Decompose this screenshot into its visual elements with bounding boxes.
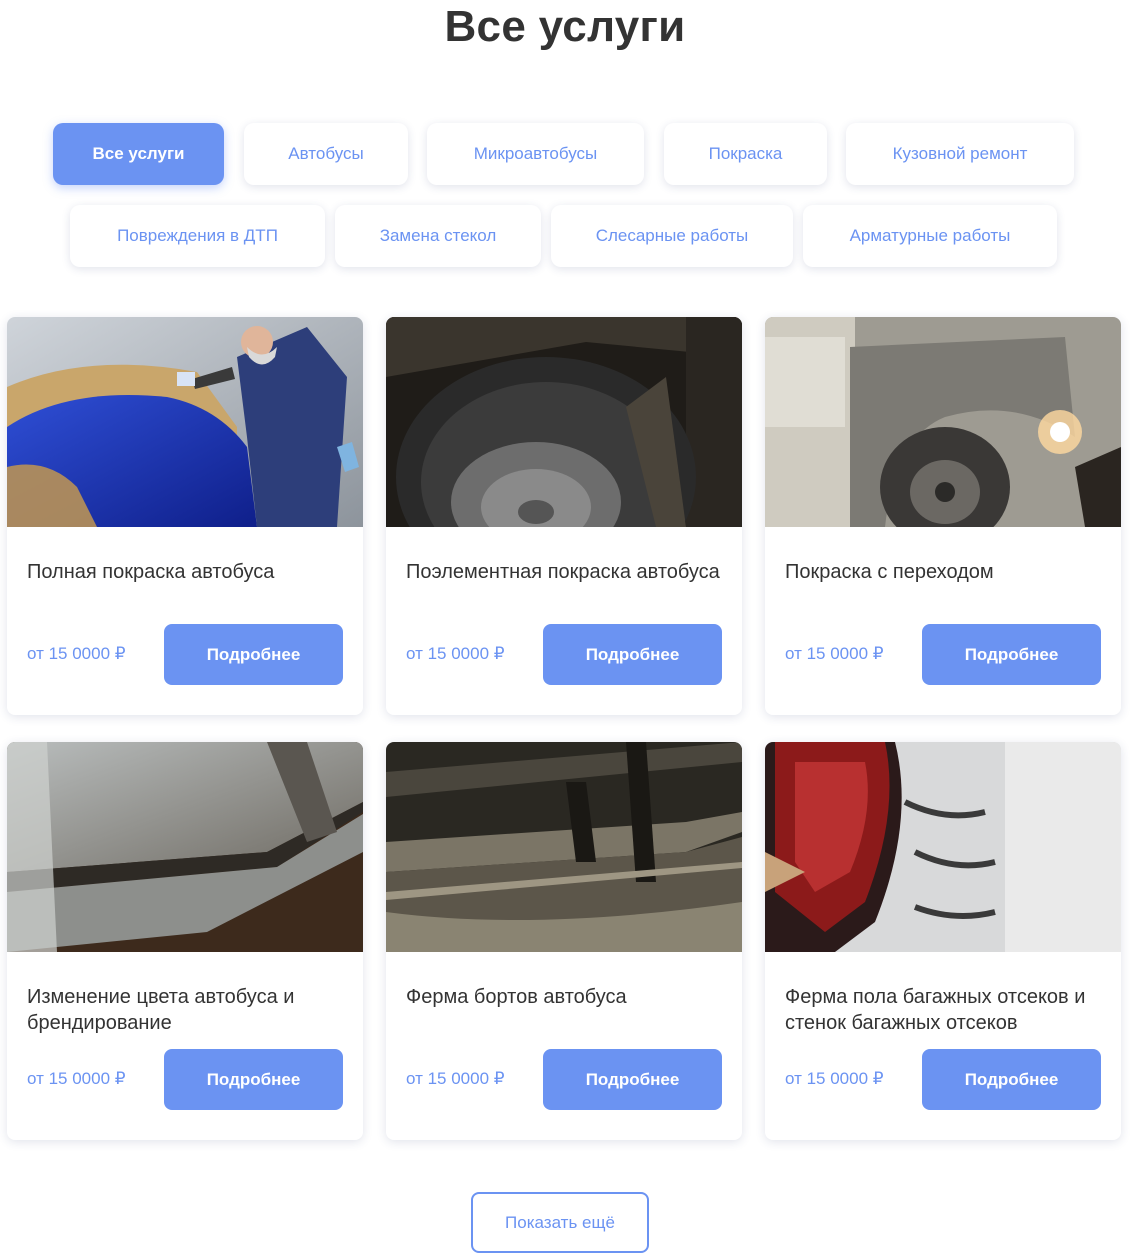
- service-card[interactable]: Ферма пола багажных отсеков и стенок баг…: [765, 742, 1121, 1140]
- service-title: Полная покраска автобуса: [27, 561, 275, 583]
- service-price: от 15 0000 ₽: [27, 644, 126, 663]
- details-button[interactable]: Подробнее: [543, 624, 722, 685]
- service-title: Ферма пола багажных отсеков и стенок баг…: [785, 986, 1086, 1034]
- details-button[interactable]: Подробнее: [543, 1049, 722, 1110]
- service-title: Покраска с переходом: [785, 561, 994, 583]
- service-price: от 15 0000 ₽: [406, 644, 505, 663]
- filter-painting[interactable]: Покраска: [664, 123, 827, 185]
- filter-accident-damage[interactable]: Повреждения в ДТП: [70, 205, 325, 267]
- service-title: Изменение цвета автобуса и брендирование: [27, 986, 295, 1034]
- page-title: Все услуги: [444, 2, 686, 51]
- filter-buses[interactable]: Автобусы: [244, 123, 408, 185]
- photo-welding-bus-wheel-arch: [765, 317, 1121, 527]
- service-card[interactable]: Ферма бортов автобуса от 15 0000 ₽ Подро…: [386, 742, 742, 1140]
- details-button[interactable]: Подробнее: [164, 1049, 343, 1110]
- filter-mechanical-works[interactable]: Слесарные работы: [551, 205, 793, 267]
- filter-glass-replacement[interactable]: Замена стекол: [335, 205, 541, 267]
- service-price: от 15 0000 ₽: [785, 1069, 884, 1088]
- photo-primed-bus-side-panel: [7, 742, 363, 952]
- filter-all-services[interactable]: Все услуги: [53, 123, 224, 185]
- filter-body-repair[interactable]: Кузовной ремонт: [846, 123, 1074, 185]
- service-price: от 15 0000 ₽: [406, 1069, 505, 1088]
- photo-bus-frame-side: [386, 742, 742, 952]
- service-card[interactable]: Поэлементная покраска автобуса от 15 000…: [386, 317, 742, 715]
- service-card[interactable]: Изменение цвета автобуса и брендирование…: [7, 742, 363, 1140]
- show-more-button[interactable]: Показать ещё: [471, 1192, 649, 1253]
- photo-painter-spraying-blue-car: [7, 317, 363, 527]
- filter-minibuses[interactable]: Микроавтобусы: [427, 123, 644, 185]
- photo-bus-wheel-closeup: [386, 317, 742, 527]
- details-button[interactable]: Подробнее: [164, 624, 343, 685]
- service-card[interactable]: Покраска с переходом от 15 0000 ₽ Подроб…: [765, 317, 1121, 715]
- service-price: от 15 0000 ₽: [785, 644, 884, 663]
- details-button[interactable]: Подробнее: [922, 624, 1101, 685]
- service-price: от 15 0000 ₽: [27, 1069, 126, 1088]
- service-title: Поэлементная покраска автобуса: [406, 561, 720, 583]
- photo-welded-bus-rear-corner: [765, 742, 1121, 952]
- service-title: Ферма бортов автобуса: [406, 986, 627, 1008]
- details-button[interactable]: Подробнее: [922, 1049, 1101, 1110]
- filter-reinforcement-works[interactable]: Арматурные работы: [803, 205, 1057, 267]
- service-card[interactable]: Полная покраска автобуса от 15 0000 ₽ По…: [7, 317, 363, 715]
